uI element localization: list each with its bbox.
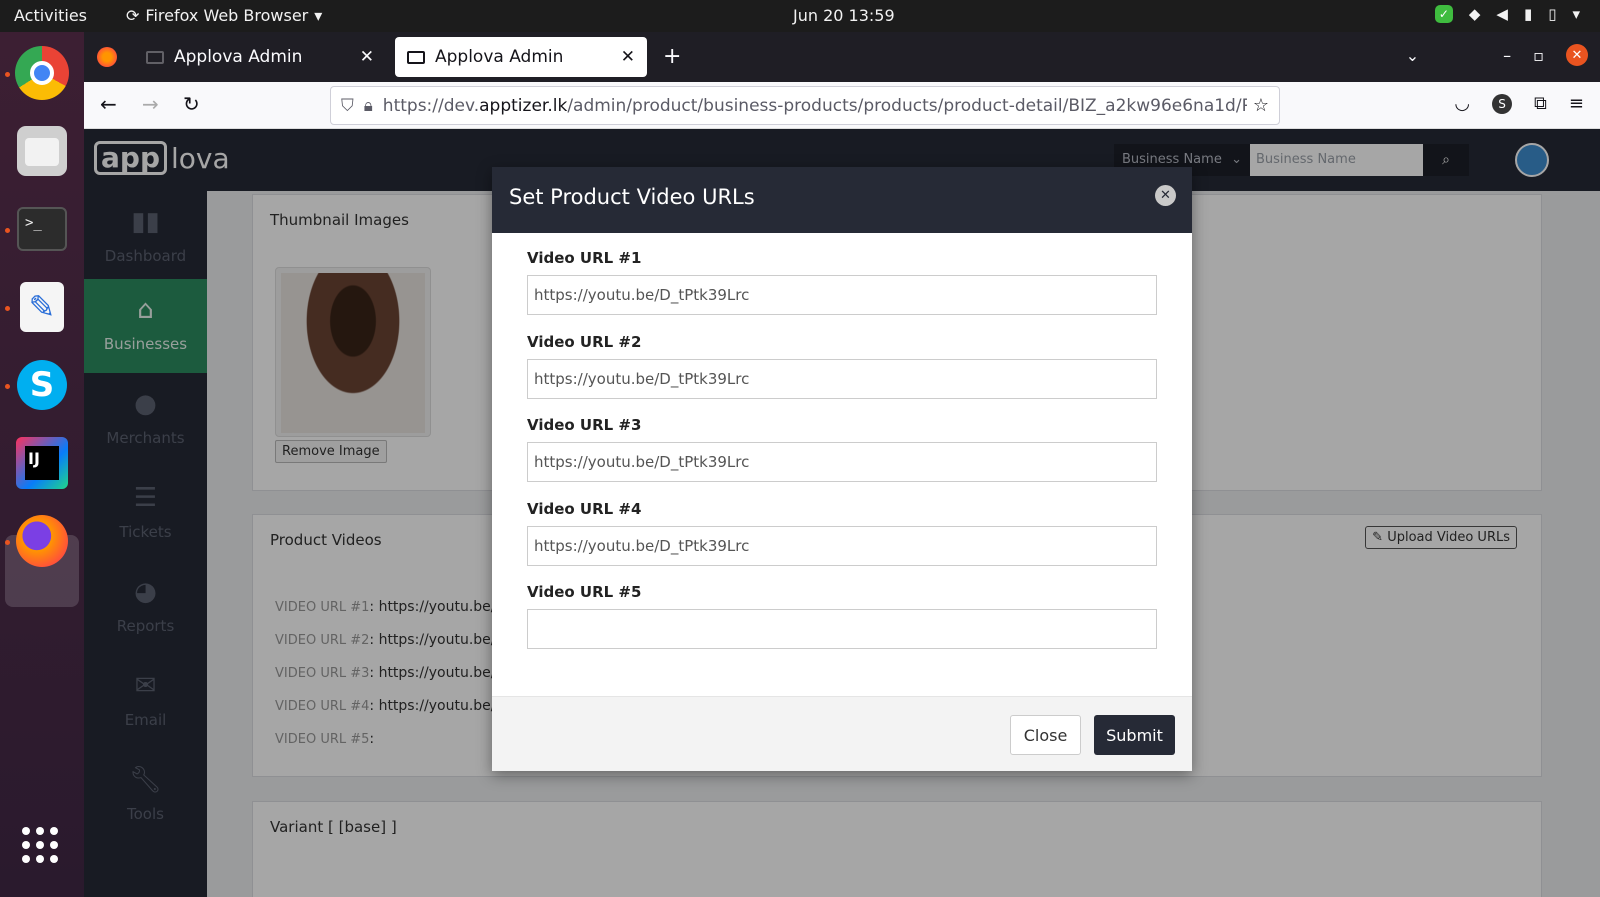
files-launcher[interactable] <box>13 122 71 180</box>
terminal-icon: >_ <box>17 207 67 251</box>
browser-nav-bar: ← → ↻ ⛉ 🔒︎ https://dev.apptizer.lk/admin… <box>84 82 1600 129</box>
modal-header: Set Product Video URLs ✕ <box>492 167 1192 233</box>
volume-icon: ◀ <box>1496 5 1508 23</box>
microphone-icon: ▮ <box>1523 5 1533 23</box>
skype-launcher[interactable]: S <box>13 356 71 414</box>
firefox-icon <box>16 515 68 567</box>
terminal-launcher[interactable]: >_ <box>13 200 71 258</box>
running-indicator <box>5 540 10 545</box>
field-label: Video URL #2 <box>527 333 642 351</box>
field-label: Video URL #4 <box>527 500 642 518</box>
activities-button[interactable]: Activities <box>14 6 87 25</box>
browser-tab-bar: Applova Admin ✕ Applova Admin ✕ + ⌄ – ▫ … <box>84 32 1600 82</box>
video-url-input-5[interactable] <box>527 609 1157 649</box>
video-url-input-4[interactable] <box>527 526 1157 566</box>
browser-tab[interactable]: Applova Admin ✕ <box>134 37 386 77</box>
forward-icon[interactable]: → <box>142 92 159 116</box>
url-text: https://dev.apptizer.lk/admin/product/bu… <box>383 96 1252 116</box>
show-applications-icon[interactable] <box>22 827 58 863</box>
battery-icon: ▯ <box>1548 5 1557 23</box>
url-prefix: https://dev. <box>382 95 480 116</box>
video-url-input-1[interactable] <box>527 275 1157 315</box>
text-editor-icon: ✎ <box>20 282 64 332</box>
page-icon <box>146 50 164 64</box>
bookmark-star-icon[interactable]: ☆ <box>1246 95 1269 116</box>
browser-tab-active[interactable]: Applova Admin ✕ <box>395 37 647 77</box>
video-urls-modal: Set Product Video URLs ✕ Video URL #1 Vi… <box>492 167 1192 771</box>
field-label: Video URL #3 <box>527 416 642 434</box>
running-indicator <box>5 72 10 77</box>
close-button[interactable]: Close <box>1010 715 1081 755</box>
field-label: Video URL #5 <box>527 583 642 601</box>
close-icon[interactable]: ✕ <box>360 47 374 67</box>
running-indicator <box>5 306 10 311</box>
running-indicator <box>5 384 10 389</box>
page-icon <box>407 50 425 64</box>
url-bar[interactable]: ⛉ 🔒︎ https://dev.apptizer.lk/admin/produ… <box>330 86 1280 125</box>
files-icon <box>17 126 67 176</box>
url-domain: apptizer.lk <box>479 95 568 116</box>
chrome-icon <box>15 46 69 100</box>
video-url-field-4: Video URL #4 <box>527 500 1157 566</box>
list-all-tabs-icon[interactable]: ⌄ <box>1406 46 1419 65</box>
field-label: Video URL #1 <box>527 249 642 267</box>
wifi-icon: ◆ <box>1468 5 1481 23</box>
chevron-down-icon: ▾ <box>314 6 323 25</box>
skype-icon: S <box>17 360 67 410</box>
modal-footer: Close Submit <box>492 696 1192 771</box>
new-tab-icon[interactable]: + <box>663 44 681 69</box>
video-url-input-2[interactable] <box>527 359 1157 399</box>
video-url-field-3: Video URL #3 <box>527 416 1157 482</box>
video-url-field-1: Video URL #1 <box>527 249 1157 315</box>
maximize-icon[interactable]: ▫ <box>1533 46 1544 65</box>
shield-icon[interactable]: ✓ <box>1434 5 1453 23</box>
chrome-launcher[interactable] <box>13 44 71 102</box>
toolbar-icons: ◡ S ⧉ ≡ <box>1454 93 1584 114</box>
pocket-icon[interactable]: ◡ <box>1454 93 1470 114</box>
video-url-input-3[interactable] <box>527 442 1157 482</box>
submit-button[interactable]: Submit <box>1094 715 1175 755</box>
app-menu[interactable]: ⟳ Firefox Web Browser ▾ <box>126 6 322 25</box>
tab-title: Applova Admin <box>174 47 303 67</box>
firefox-view-icon[interactable] <box>97 47 117 67</box>
system-top-bar: Activities ⟳ Firefox Web Browser ▾ Jun 2… <box>0 0 1600 32</box>
back-icon[interactable]: ← <box>100 92 117 116</box>
video-url-field-2: Video URL #2 <box>527 333 1157 399</box>
menu-icon[interactable]: ≡ <box>1569 93 1584 114</box>
account-icon[interactable]: S <box>1492 93 1513 114</box>
tracking-shield-icon[interactable]: ⛉ <box>341 96 354 116</box>
text-editor-launcher[interactable]: ✎ <box>13 278 71 336</box>
intellij-icon: IJ <box>16 437 68 489</box>
system-tray[interactable]: ✓ ◆ ◀ ▮ ▯ ▾ <box>1434 5 1580 23</box>
firefox-launcher[interactable] <box>13 512 71 570</box>
dock: >_ ✎ S IJ <box>0 32 84 897</box>
intellij-launcher[interactable]: IJ <box>13 434 71 492</box>
url-path: /admin/product/business-products/product… <box>567 95 1252 116</box>
video-url-field-5: Video URL #5 <box>527 583 1157 649</box>
lock-icon[interactable]: 🔒︎ <box>364 96 373 116</box>
close-icon[interactable]: ✕ <box>621 47 635 67</box>
reload-icon[interactable]: ↻ <box>183 92 200 116</box>
clock[interactable]: Jun 20 13:59 <box>793 6 895 25</box>
close-icon[interactable]: ✕ <box>1155 185 1176 206</box>
running-indicator <box>5 228 10 233</box>
tab-title: Applova Admin <box>435 47 564 67</box>
app-menu-label: Firefox Web Browser <box>145 6 309 25</box>
chevron-down-icon: ▾ <box>1572 5 1580 23</box>
minimize-icon[interactable]: – <box>1503 46 1511 65</box>
window-controls: ⌄ – ▫ ✕ <box>1406 44 1588 66</box>
extensions-icon[interactable]: ⧉ <box>1534 93 1547 114</box>
firefox-app-icon: ⟳ <box>126 6 140 25</box>
modal-title: Set Product Video URLs <box>509 185 755 209</box>
close-window-icon[interactable]: ✕ <box>1566 44 1588 66</box>
